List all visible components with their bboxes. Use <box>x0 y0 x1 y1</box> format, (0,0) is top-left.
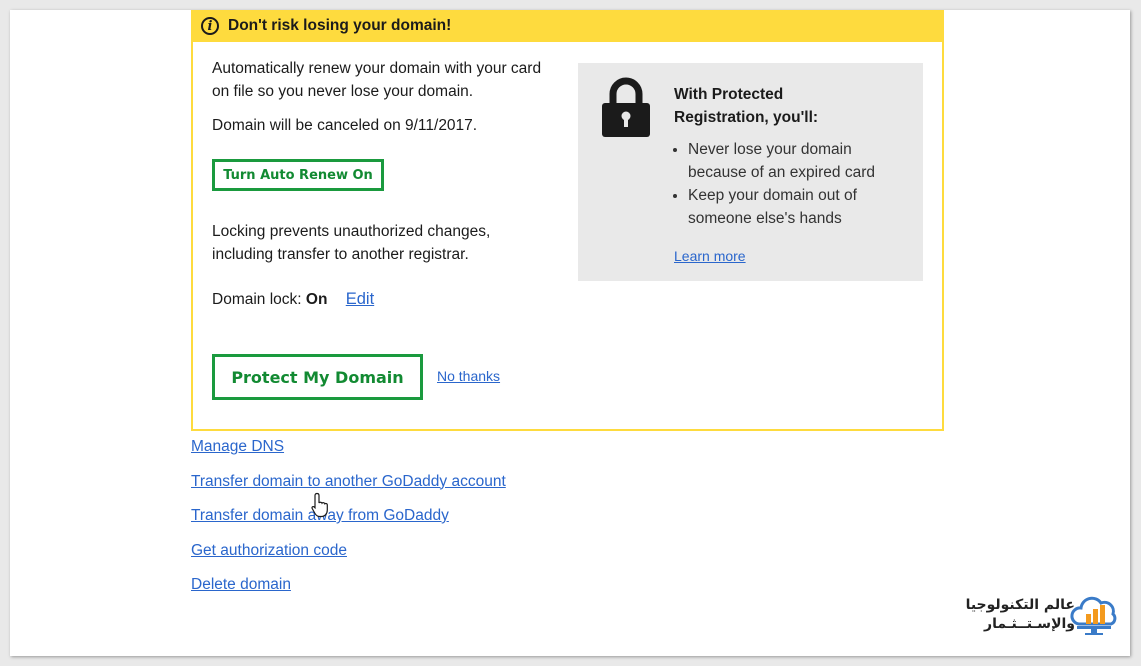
auto-renew-line-1: Automatically renew your domain with you… <box>212 60 542 77</box>
domain-lock-status: Domain lock: On Edit <box>212 288 374 311</box>
manage-dns-link[interactable]: Manage DNS <box>191 438 506 473</box>
benefit-line: because of an expired card <box>688 164 875 181</box>
domain-lock-label: Domain lock: <box>212 291 302 308</box>
lock-description: Locking prevents unauthorized changes, i… <box>212 220 490 266</box>
lock-line-2: including transfer to another registrar. <box>212 246 469 263</box>
transfer-to-godaddy-account-link[interactable]: Transfer domain to another GoDaddy accou… <box>191 473 506 508</box>
protect-domain-banner: i Don't risk losing your domain! Automat… <box>191 10 944 431</box>
protected-registration-box: With Protected Registration, you'll: Nev… <box>578 63 923 281</box>
watermark-line-2: والإسـتــثـمار <box>984 616 1075 632</box>
lock-line-1: Locking prevents unauthorized changes, <box>212 223 491 240</box>
no-thanks-link[interactable]: No thanks <box>437 368 500 384</box>
watermark-line-1: عالم التكنولوجيا <box>965 597 1075 613</box>
watermark-text: عالم التكنولوجيا والإسـتــثـمار <box>966 596 1075 634</box>
info-icon: i <box>201 17 219 35</box>
list-item: Keep your domain out of someone else's h… <box>688 184 918 230</box>
protected-title-line-2: Registration, you'll: <box>674 109 819 126</box>
benefit-line: Keep your domain out of <box>688 187 857 204</box>
auto-renew-description: Automatically renew your domain with you… <box>212 57 541 103</box>
get-auth-code-link[interactable]: Get authorization code <box>191 542 506 577</box>
transfer-away-link[interactable]: Transfer domain away from GoDaddy <box>191 507 506 542</box>
lock-icon <box>602 77 650 137</box>
page: i Don't risk losing your domain! Automat… <box>10 10 1130 656</box>
list-item: Never lose your domain because of an exp… <box>688 138 918 184</box>
benefits-list: Never lose your domain because of an exp… <box>674 138 918 230</box>
delete-domain-link[interactable]: Delete domain <box>191 576 506 611</box>
cancel-notice: Domain will be canceled on 9/11/2017. <box>212 117 478 134</box>
protect-my-domain-button[interactable]: Protect My Domain <box>212 354 423 400</box>
protected-registration-title: With Protected Registration, you'll: <box>674 83 894 129</box>
banner-header: i Don't risk losing your domain! <box>193 10 942 42</box>
domain-lock-value: On <box>305 291 328 308</box>
watermark-logo: عالم التكنولوجيا والإسـتــثـمار <box>955 592 1135 642</box>
benefit-line: Never lose your domain <box>688 141 852 158</box>
domain-actions-list: Manage DNS Transfer domain to another Go… <box>191 438 506 611</box>
edit-lock-link[interactable]: Edit <box>346 290 374 308</box>
auto-renew-line-2: on file so you never lose your domain. <box>212 83 474 100</box>
hand-pointer-icon <box>311 492 328 518</box>
learn-more-link[interactable]: Learn more <box>674 248 746 264</box>
benefit-line: someone else's hands <box>688 210 842 227</box>
cloud-chart-logo-icon <box>1070 596 1117 635</box>
banner-title: Don't risk losing your domain! <box>228 17 452 34</box>
protected-title-line-1: With Protected <box>674 86 784 103</box>
turn-auto-renew-on-button[interactable]: Turn Auto Renew On <box>212 159 384 191</box>
